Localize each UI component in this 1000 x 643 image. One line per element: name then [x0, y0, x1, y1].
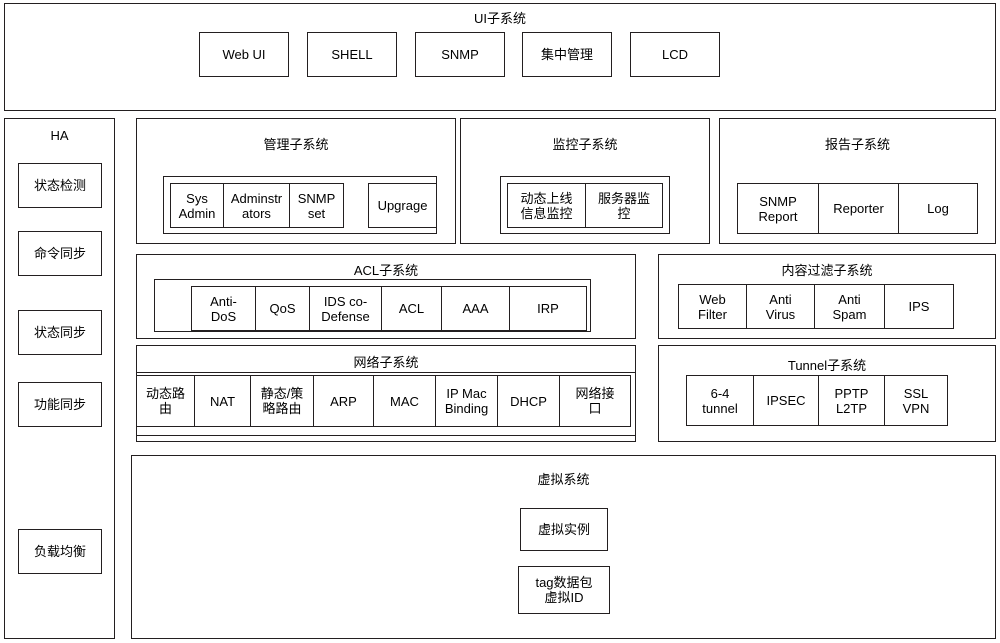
ha-item-load-balance[interactable]: 负载均衡	[18, 529, 102, 574]
acl-item-aaa[interactable]: AAA	[441, 286, 509, 331]
ui-subsystem-title: UI子系统	[473, 11, 526, 26]
content-filter-item-anti-spam[interactable]: Anti Spam	[814, 284, 884, 329]
content-filter-subsystem-title: 内容过滤子系统	[781, 263, 873, 278]
ha-item-status-sync[interactable]: 状态同步	[18, 310, 102, 355]
architecture-diagram: UI子系统 Web UI SHELL SNMP 集中管理 LCD HA 状态检测…	[0, 0, 1000, 643]
monitor-subsystem-title: 监控子系统	[552, 137, 618, 152]
acl-item-anti-dos[interactable]: Anti- DoS	[191, 286, 255, 331]
tunnel-item-pptp-l2tp[interactable]: PPTP L2TP	[818, 375, 884, 426]
manage-subsystem-title: 管理子系统	[263, 137, 329, 152]
ha-title: HA	[50, 128, 69, 143]
content-filter-subsystem-items: Web Filter Anti Virus Anti Spam IPS	[678, 284, 954, 329]
ha-item-command-sync[interactable]: 命令同步	[18, 231, 102, 276]
ui-item-web-ui[interactable]: Web UI	[199, 32, 289, 77]
acl-item-acl[interactable]: ACL	[381, 286, 441, 331]
monitor-subsystem-items: 动态上线 信息监控 服务器监 控	[507, 183, 663, 228]
manage-subsystem-items: Sys Admin Adminstr ators SNMP set	[170, 183, 369, 228]
network-item-arp[interactable]: ARP	[313, 375, 373, 427]
report-subsystem-items: SNMP Report Reporter Log	[737, 183, 978, 234]
tunnel-subsystem-items: 6-4 tunnel IPSEC PPTP L2TP SSL VPN	[686, 375, 948, 426]
content-filter-item-web-filter[interactable]: Web Filter	[678, 284, 746, 329]
report-item-log[interactable]: Log	[898, 183, 978, 234]
network-subsystem-title: 网络子系统	[353, 355, 419, 370]
monitor-item-server-monitor[interactable]: 服务器监 控	[585, 183, 663, 228]
tunnel-item-ssl-vpn[interactable]: SSL VPN	[884, 375, 948, 426]
virtual-subsystem-title: 虚拟系统	[537, 472, 590, 487]
virtual-item-instance[interactable]: 虚拟实例	[520, 508, 608, 551]
acl-item-ids-co-defense[interactable]: IDS co- Defense	[309, 286, 381, 331]
ha-item-function-sync[interactable]: 功能同步	[18, 382, 102, 427]
network-item-ip-mac-binding[interactable]: IP Mac Binding	[435, 375, 497, 427]
tunnel-subsystem-title: Tunnel子系统	[787, 358, 867, 373]
tunnel-item-6-4-tunnel[interactable]: 6-4 tunnel	[686, 375, 753, 426]
acl-item-irp[interactable]: IRP	[509, 286, 587, 331]
manage-item-sys-admin[interactable]: Sys Admin	[170, 183, 223, 228]
content-filter-item-ips[interactable]: IPS	[884, 284, 954, 329]
network-item-nat[interactable]: NAT	[194, 375, 250, 427]
report-item-reporter[interactable]: Reporter	[818, 183, 898, 234]
network-item-mac[interactable]: MAC	[373, 375, 435, 427]
manage-item-administrators[interactable]: Adminstr ators	[223, 183, 289, 228]
acl-item-qos[interactable]: QoS	[255, 286, 309, 331]
ha-item-status-detect[interactable]: 状态检测	[18, 163, 102, 208]
acl-subsystem-items: Anti- DoS QoS IDS co- Defense ACL AAA IR…	[191, 286, 587, 331]
network-item-network-interface[interactable]: 网络接 口	[559, 375, 631, 427]
content-filter-item-anti-virus[interactable]: Anti Virus	[746, 284, 814, 329]
virtual-item-tag-packet-id[interactable]: tag数据包 虚拟ID	[518, 566, 610, 614]
manage-item-snmp-set[interactable]: SNMP set	[289, 183, 344, 228]
ui-item-central-management[interactable]: 集中管理	[522, 32, 612, 77]
network-item-dhcp[interactable]: DHCP	[497, 375, 559, 427]
network-subsystem-items: 动态路 由 NAT 静态/策 略路由 ARP MAC IP Mac Bindin…	[136, 375, 631, 427]
ui-item-shell[interactable]: SHELL	[307, 32, 397, 77]
report-item-snmp-report[interactable]: SNMP Report	[737, 183, 818, 234]
tunnel-item-ipsec[interactable]: IPSEC	[753, 375, 818, 426]
acl-subsystem-title: ACL子系统	[353, 263, 419, 278]
ui-item-snmp[interactable]: SNMP	[415, 32, 505, 77]
network-item-static-policy-routing[interactable]: 静态/策 略路由	[250, 375, 313, 427]
manage-item-upgrage[interactable]: Upgrage	[368, 183, 437, 228]
monitor-item-online-info[interactable]: 动态上线 信息监控	[507, 183, 585, 228]
ui-item-lcd[interactable]: LCD	[630, 32, 720, 77]
report-subsystem-title: 报告子系统	[824, 137, 890, 152]
network-item-dynamic-routing[interactable]: 动态路 由	[136, 375, 194, 427]
